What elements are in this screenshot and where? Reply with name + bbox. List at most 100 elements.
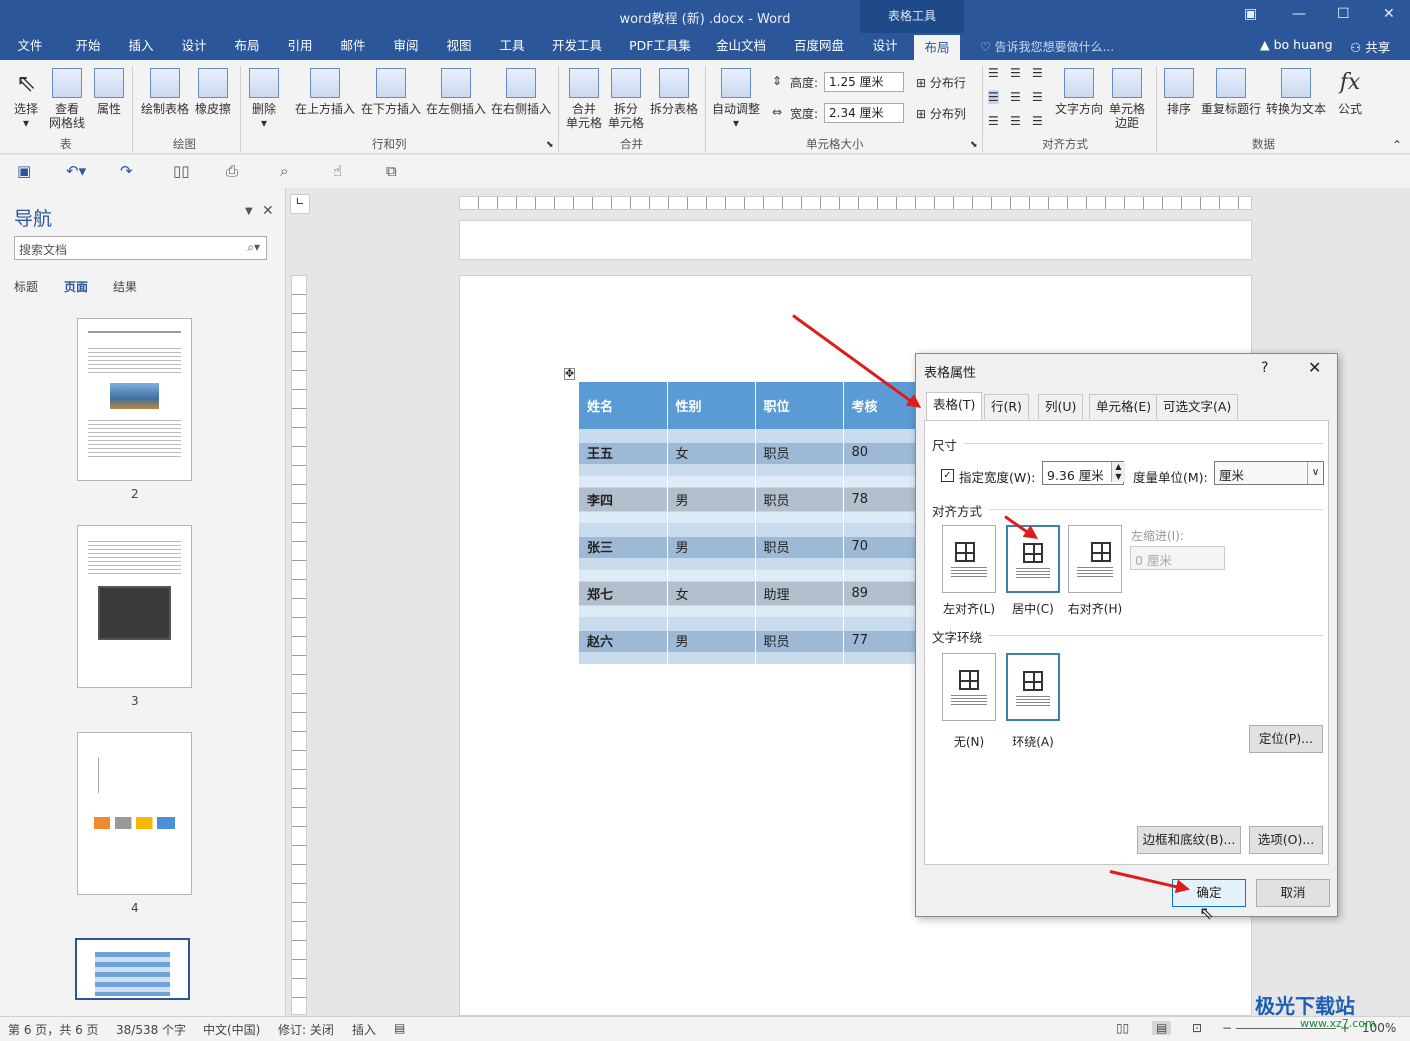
dialog-launcher-icon[interactable]: ⬊	[546, 140, 554, 150]
tab-home[interactable]: 开始	[66, 33, 110, 60]
align-middle-left-icon[interactable]: ☰	[988, 90, 999, 104]
split-table-button[interactable]: 拆分表格	[648, 68, 700, 116]
table-cell[interactable]: 职员	[755, 429, 844, 476]
preferred-width-checkbox[interactable]: ✓	[941, 469, 954, 482]
options-button[interactable]: 选项(O)...	[1249, 826, 1323, 854]
tell-me-box[interactable]: ♡ 告诉我您想要做什么...	[980, 38, 1114, 55]
table-cell[interactable]: 男	[667, 476, 756, 523]
tab-pdf-tools[interactable]: PDF工具集	[622, 33, 698, 60]
wrap-none-option[interactable]	[942, 653, 996, 721]
insert-mode[interactable]: 插入	[352, 1021, 376, 1038]
nav-tab-headings[interactable]: 标题	[14, 278, 38, 295]
table-cell[interactable]: 女	[667, 570, 756, 617]
table-cell[interactable]: 职员	[755, 523, 844, 570]
tab-cell[interactable]: 单元格(E)	[1089, 394, 1159, 419]
tab-insert[interactable]: 插入	[120, 33, 162, 60]
insert-below-button[interactable]: 在下方插入	[360, 68, 422, 116]
header-cell[interactable]: 性别	[667, 382, 756, 429]
split-cells-button[interactable]: 拆分 单元格	[606, 68, 646, 130]
tab-table-design[interactable]: 设计	[862, 33, 908, 60]
table-cell[interactable]: 助理	[755, 570, 844, 617]
table-cell[interactable]: 郑七	[579, 570, 668, 617]
formula-button[interactable]: fx 公式	[1332, 68, 1368, 116]
autofit-button[interactable]: 自动调整 ▾	[710, 68, 762, 130]
properties-button[interactable]: 属性	[92, 68, 126, 116]
macro-icon[interactable]: ▤	[394, 1021, 405, 1035]
help-button[interactable]: ?	[1261, 360, 1268, 376]
height-input[interactable]: 1.25 厘米	[824, 72, 904, 92]
align-bottom-right-icon[interactable]: ☰	[1032, 114, 1043, 128]
tab-table[interactable]: 表格(T)	[926, 392, 983, 420]
tab-design[interactable]: 设计	[172, 33, 216, 60]
read-mode-icon[interactable]: ▯▯	[1116, 1021, 1129, 1035]
table-cell[interactable]: 男	[667, 617, 756, 664]
align-top-right-icon[interactable]: ☰	[1032, 66, 1043, 80]
table-cell[interactable]: 张三	[579, 523, 668, 570]
align-bottom-center-icon[interactable]: ☰	[1010, 114, 1021, 128]
width-spinner-icon[interactable]: ▲ ▼	[1111, 462, 1125, 482]
page-thumbnail-3[interactable]	[77, 525, 192, 688]
tab-mailings[interactable]: 邮件	[331, 33, 375, 60]
dialog-close-button[interactable]: ✕	[1308, 358, 1321, 377]
insert-above-button[interactable]: 在上方插入	[294, 68, 356, 116]
save-icon[interactable]: ▣	[17, 162, 31, 180]
tab-layout[interactable]: 布局	[225, 33, 269, 60]
align-middle-right-icon[interactable]: ☰	[1032, 90, 1043, 104]
header-cell[interactable]: 职位	[755, 382, 844, 429]
print-layout-icon[interactable]: ▤	[1152, 1021, 1172, 1035]
width-input[interactable]: 2.34 厘米	[824, 103, 904, 123]
web-layout-icon[interactable]: ⊡	[1192, 1021, 1202, 1035]
delete-button[interactable]: 删除 ▾	[246, 68, 282, 130]
draw-table-button[interactable]: 绘制表格	[140, 68, 190, 116]
vertical-ruler[interactable]	[291, 275, 307, 1015]
customize-icon[interactable]: ⧉	[386, 162, 397, 180]
distribute-cols-button[interactable]: ⊞ 分布列	[916, 105, 966, 122]
align-left-option[interactable]	[942, 525, 996, 593]
page-count[interactable]: 第 6 页，共 6 页	[8, 1021, 99, 1038]
minimize-button[interactable]: —	[1292, 6, 1306, 22]
tab-view[interactable]: 视图	[437, 33, 481, 60]
table-cell[interactable]: 王五	[579, 429, 668, 476]
align-bottom-left-icon[interactable]: ☰	[988, 114, 999, 128]
touch-mode-icon[interactable]: ☝	[333, 162, 342, 180]
table-cell[interactable]: 女	[667, 429, 756, 476]
ribbon-display-icon[interactable]: ▣	[1244, 6, 1257, 22]
track-changes[interactable]: 修订: 关闭	[278, 1021, 334, 1038]
cancel-button[interactable]: 取消	[1256, 879, 1330, 907]
view-gridlines-button[interactable]: 查看 网格线	[46, 68, 88, 130]
sort-button[interactable]: 排序	[1162, 68, 1196, 116]
nav-tab-results[interactable]: 结果	[113, 278, 137, 295]
language[interactable]: 中文(中国)	[203, 1021, 260, 1038]
align-top-center-icon[interactable]: ☰	[1010, 66, 1021, 80]
print-icon[interactable]: ⎙	[226, 162, 238, 180]
cell-margins-button[interactable]: 单元格 边距	[1106, 68, 1148, 130]
table-cell[interactable]: 李四	[579, 476, 668, 523]
select-button[interactable]: ⇖ 选择 ▾	[8, 68, 44, 130]
undo-icon[interactable]: ↶▾	[66, 162, 86, 180]
nav-search-input[interactable]: 搜索文档 ⌕▾	[14, 236, 267, 260]
print-preview-icon[interactable]: ⌕	[280, 162, 288, 180]
insert-left-button[interactable]: 在左侧插入	[425, 68, 487, 116]
align-middle-center-icon[interactable]: ☰	[1010, 90, 1021, 104]
tab-kingsoft-docs[interactable]: 金山文档	[706, 33, 776, 60]
insert-right-button[interactable]: 在右侧插入	[490, 68, 552, 116]
text-direction-button[interactable]: 文字方向	[1053, 68, 1105, 116]
wrap-around-option[interactable]	[1006, 653, 1060, 721]
header-cell[interactable]: 姓名	[579, 382, 668, 429]
tab-developer[interactable]: 开发工具	[543, 33, 611, 60]
table-cell[interactable]: 赵六	[579, 617, 668, 664]
redo-icon[interactable]: ↷	[120, 162, 133, 180]
merge-cells-button[interactable]: 合并 单元格	[564, 68, 604, 130]
maximize-button[interactable]: ☐	[1337, 6, 1350, 22]
measure-in-select[interactable]: 厘米 ∨	[1214, 461, 1324, 485]
borders-shading-button[interactable]: 边框和底纹(B)...	[1137, 826, 1241, 854]
nav-options-icon[interactable]: ▼	[245, 206, 253, 217]
tab-tools[interactable]: 工具	[490, 33, 534, 60]
tab-baidu-netdisk[interactable]: 百度网盘	[784, 33, 854, 60]
tab-stop-selector[interactable]: ∟	[290, 194, 310, 214]
tab-row[interactable]: 行(R)	[984, 394, 1029, 419]
align-top-left-icon[interactable]: ☰	[988, 66, 999, 80]
page-thumbnail-2[interactable]	[77, 318, 192, 481]
tab-references[interactable]: 引用	[278, 33, 322, 60]
page-thumbnail-4[interactable]	[77, 732, 192, 895]
